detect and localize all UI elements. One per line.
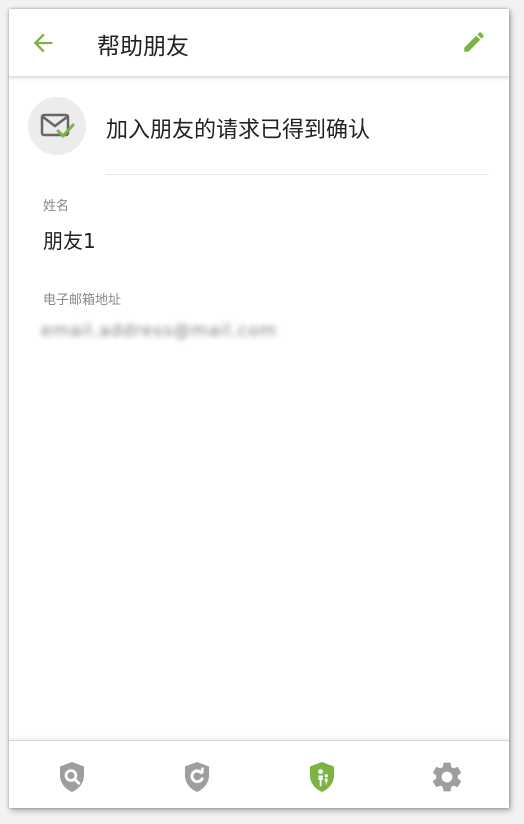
bottom-navigation (9, 740, 509, 808)
divider (106, 174, 489, 175)
shield-family-icon (310, 762, 334, 792)
name-value: 朋友1 (43, 229, 96, 253)
app-screen: 帮助朋友 加入朋友的请求已得到确认 姓名 朋友1 电子邮箱地址 email.ad… (9, 9, 509, 808)
nav-item-settings[interactable] (429, 759, 465, 795)
request-status: 加入朋友的请求已得到确认 (9, 94, 509, 174)
email-value-redacted: email.address@mail.com (41, 321, 278, 341)
status-avatar (28, 97, 86, 155)
page-title: 帮助朋友 (97, 34, 189, 60)
gear-icon (432, 762, 462, 792)
top-app-bar: 帮助朋友 (9, 9, 509, 77)
shield-search-icon (60, 762, 84, 792)
name-label: 姓名 (43, 199, 70, 214)
pencil-icon (464, 32, 484, 52)
edit-button[interactable] (461, 29, 487, 55)
email-label: 电子邮箱地址 (43, 293, 122, 308)
mail-check-icon (40, 113, 75, 138)
status-text: 加入朋友的请求已得到确认 (106, 118, 371, 143)
arrow-back-icon (33, 33, 53, 53)
nav-item-family[interactable] (304, 759, 340, 795)
nav-item-update[interactable] (179, 759, 215, 795)
back-button[interactable] (29, 29, 57, 57)
shield-refresh-icon (185, 762, 209, 792)
nav-item-scan[interactable] (54, 759, 90, 795)
